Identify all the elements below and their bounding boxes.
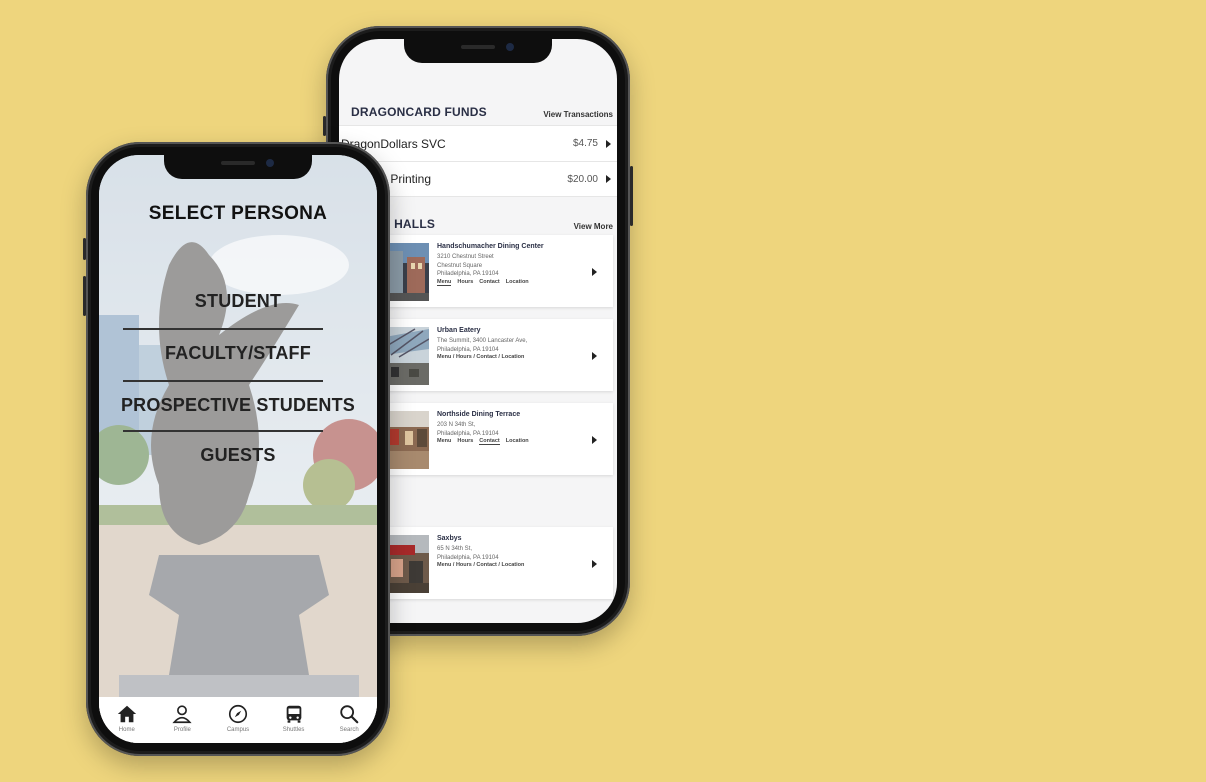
dining-name: Urban Eatery: [437, 327, 481, 334]
compass-icon: [228, 704, 248, 724]
dining-name: Handschumacher Dining Center: [437, 243, 544, 250]
other-header: t: [381, 497, 613, 521]
mute-switch: [323, 116, 326, 136]
persona-title: SELECT PERSONA: [148, 203, 328, 224]
address-line: Philadelphia, PA 19104: [437, 430, 499, 437]
cafe-photo: [385, 535, 429, 593]
view-transactions-link[interactable]: View Transactions: [543, 110, 613, 119]
dining-card-saxbys[interactable]: Saxbys 65 N 34th St, Philadelphia, PA 19…: [355, 527, 613, 599]
fund-row-dragondollars[interactable]: DragonDollars SVC $4.75: [339, 125, 617, 161]
phone-notch: [164, 155, 312, 179]
fund-amount: $4.75: [572, 138, 598, 149]
address-line: 203 N 34th St,: [437, 422, 476, 428]
chevron-right-icon: [606, 175, 611, 183]
tab-home[interactable]: Home: [102, 703, 152, 733]
fund-name: DragonDollars SVC: [341, 136, 446, 151]
persona-divider: [123, 380, 323, 382]
dining-card-handschumacher[interactable]: Handschumacher Dining Center 3210 Chestn…: [355, 235, 613, 307]
tab-label: Profile: [173, 727, 191, 733]
front-phone-mockup: SELECT PERSONA STUDENT FACULTY/STAFF PRO…: [83, 142, 390, 756]
fund-name: s Printing: [381, 172, 432, 186]
home-icon: [117, 705, 136, 723]
funds-title: DRAGONCARD FUNDS: [351, 105, 487, 119]
persona-divider: [123, 430, 323, 432]
dining-card-urban-eatery[interactable]: Urban Eatery The Summit, 3400 Lancaster …: [355, 319, 613, 391]
address-line: Chestnut Square: [437, 262, 483, 269]
phone-notch: [404, 39, 552, 63]
tab-label: Home: [118, 727, 135, 733]
menu-link[interactable]: Menu: [437, 438, 451, 445]
persona-option-student[interactable]: STUDENT: [99, 291, 377, 312]
card-links-text[interactable]: Menu / Hours / Contact / Location: [437, 562, 524, 568]
select-persona-screen: SELECT PERSONA STUDENT FACULTY/STAFF PRO…: [99, 155, 377, 743]
bus-icon: [286, 705, 301, 723]
bottom-tab-bar: Home Profile Campus Shuttles Search: [99, 697, 377, 743]
address-line: Philadelphia, PA 19104: [437, 346, 499, 353]
power-button: [630, 166, 633, 226]
funds-header: DRAGONCARD FUNDS View Transactions: [351, 95, 613, 119]
dining-name: Saxbys: [437, 535, 462, 542]
chevron-right-icon: [592, 268, 597, 276]
hours-link[interactable]: Hours: [457, 279, 473, 286]
dining-card-northside[interactable]: Northside Dining Terrace 203 N 34th St, …: [355, 403, 613, 475]
dining-hall-photo: [385, 243, 429, 301]
view-more-link[interactable]: View More: [574, 222, 613, 231]
tab-label: Shuttles: [282, 727, 305, 733]
tab-profile[interactable]: Profile: [157, 703, 207, 733]
contact-link[interactable]: Contact: [479, 438, 500, 445]
tab-label: Search: [339, 727, 359, 733]
card-links[interactable]: Menu / Hours / Contact / Location: [437, 562, 588, 568]
dining-hall-photo: [385, 327, 429, 385]
chevron-right-icon: [592, 560, 597, 568]
persona-option-guests[interactable]: GUESTS: [99, 445, 377, 466]
mute-switch: [83, 238, 86, 260]
fund-amount: $20.00: [567, 173, 598, 185]
card-links-text[interactable]: Menu / Hours / Contact / Location: [437, 354, 524, 360]
profile-icon: [172, 705, 192, 724]
card-links: Menu Hours Contact Location: [437, 279, 588, 286]
dining-hall-photo: [385, 411, 429, 469]
address-line: Philadelphia, PA 19104: [437, 271, 499, 277]
address-line: The Summit, 3400 Lancaster Ave,: [437, 338, 528, 344]
address-line: 3210 Chestnut Street: [437, 254, 494, 260]
card-links[interactable]: Menu / Hours / Contact / Location: [437, 354, 588, 360]
persona-option-prospective-students[interactable]: PROSPECTIVE STUDENTS: [99, 395, 377, 416]
address-line: 65 N 34th St,: [437, 546, 473, 552]
persona-divider: [123, 328, 323, 330]
dining-header: G HALLS View More: [381, 207, 613, 231]
card-links: Menu Hours Contact Location: [437, 438, 588, 445]
menu-link[interactable]: Menu: [437, 279, 452, 286]
tab-campus[interactable]: Campus: [213, 703, 263, 733]
persona-option-faculty-staff[interactable]: FACULTY/STAFF: [99, 343, 377, 364]
location-link[interactable]: Location: [506, 438, 529, 445]
contact-link[interactable]: Contact: [479, 279, 499, 286]
hours-link[interactable]: Hours: [457, 438, 473, 445]
location-link[interactable]: Location: [506, 279, 529, 286]
chevron-right-icon: [592, 352, 597, 360]
tab-search[interactable]: Search: [324, 703, 374, 733]
search-icon: [340, 705, 359, 724]
tab-shuttles[interactable]: Shuttles: [269, 703, 319, 733]
chevron-right-icon: [592, 436, 597, 444]
dining-name: Northside Dining Terrace: [437, 411, 521, 418]
chevron-right-icon: [606, 139, 611, 148]
address-line: Philadelphia, PA 19104: [437, 554, 499, 561]
tab-label: Campus: [226, 727, 250, 733]
volume-up-button: [83, 276, 86, 316]
